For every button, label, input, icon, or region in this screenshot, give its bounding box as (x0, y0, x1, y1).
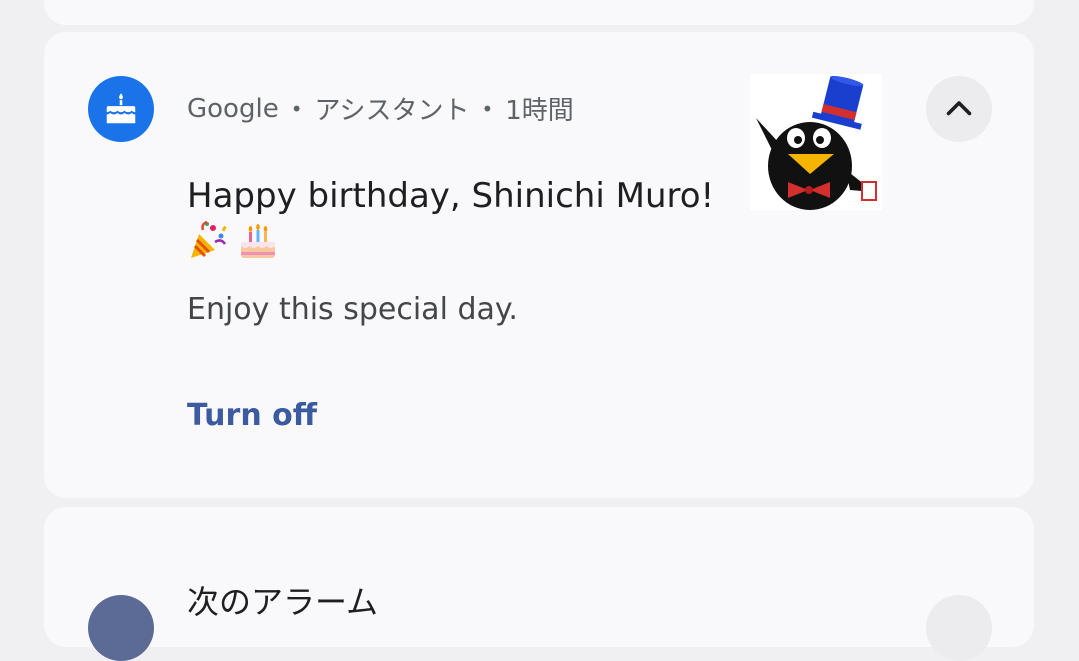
expand-button[interactable] (926, 595, 992, 661)
next-alarm-title: 次のアラーム (187, 583, 379, 621)
notification-header: Google • アシスタント • 1時間 (187, 90, 574, 127)
collapse-button[interactable] (926, 76, 992, 142)
app-name: Google (187, 93, 279, 124)
header-separator: • (290, 96, 303, 121)
channel-name: アシスタント (314, 96, 470, 126)
header-separator: • (481, 96, 494, 121)
birthday-cake-icon (88, 76, 154, 142)
notification-body: Enjoy this special day. (187, 292, 518, 327)
turn-off-button[interactable]: Turn off (187, 398, 317, 433)
chevron-up-icon (946, 101, 972, 116)
notification-card[interactable]: Google • アシスタント • 1時間 Happy birthday, Sh… (44, 32, 1034, 498)
next-notification-card[interactable]: 次のアラーム (44, 507, 1034, 661)
previous-notification-card[interactable] (44, 0, 1034, 25)
notification-time: 1時間 (505, 96, 574, 126)
birthday-cake-emoji (241, 224, 275, 258)
notification-title: Happy birthday, Shinichi Muro! (187, 176, 715, 216)
penguin-with-top-hat-image (750, 74, 882, 210)
alarm-app-icon (88, 595, 154, 661)
emoji-row (187, 220, 279, 262)
party-popper-emoji (191, 220, 227, 258)
